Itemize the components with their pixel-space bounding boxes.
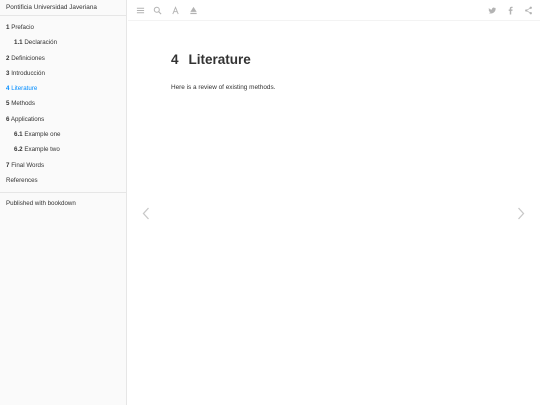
toc-item-final-words[interactable]: 7 Final Words <box>0 158 126 173</box>
table-of-contents: 1 Prefacio 1.1 Declaración 2 Definicione… <box>0 16 126 188</box>
toc-item-introduccion[interactable]: 3 Introducción <box>0 66 126 81</box>
toc-item-methods[interactable]: 5 Methods <box>0 96 126 111</box>
toc-item-example-two[interactable]: 6.2 Example two <box>0 142 126 157</box>
chapter-heading: 4 Literature <box>171 52 251 67</box>
share-icon[interactable] <box>524 6 533 15</box>
toc-item-applications[interactable]: 6 Applications <box>0 112 126 127</box>
chapter-paragraph: Here is a review of existing methods. <box>171 84 276 91</box>
sidebar: Pontificia Universidad Javeriana 1 Prefa… <box>0 0 127 405</box>
toc-number: 6.1 <box>14 131 23 139</box>
toc-label: Applications <box>10 115 45 123</box>
chapter-number: 4 <box>171 52 179 67</box>
toc-number: 2 <box>6 54 10 62</box>
toc-number: 6.2 <box>14 146 23 154</box>
search-icon[interactable] <box>153 6 162 15</box>
toc-item-definiciones[interactable]: 2 Definiciones <box>0 51 126 66</box>
toc-item-prefacio[interactable]: 1 Prefacio <box>0 20 126 35</box>
toc-label: Example one <box>24 131 61 139</box>
twitter-icon[interactable] <box>488 6 497 15</box>
toc-item-example-one[interactable]: 6.1 Example one <box>0 127 126 142</box>
toc-label: Final Words <box>11 161 45 169</box>
next-page-arrow-icon[interactable] <box>517 207 525 220</box>
toc-label: Literature <box>11 85 38 93</box>
sidebar-divider <box>0 192 126 194</box>
toc-item-declaracion[interactable]: 1.1 Declaración <box>0 35 126 50</box>
toc-label: Introducción <box>11 69 45 77</box>
toc-label: Prefacio <box>11 24 34 31</box>
toc-label: Methods <box>11 100 35 108</box>
published-with-link[interactable]: Published with bookdown <box>0 196 126 211</box>
toc-number: 4 <box>6 85 10 93</box>
toc-number: 7 <box>6 161 10 169</box>
font-icon[interactable] <box>171 6 180 15</box>
toc-number: 3 <box>6 69 10 77</box>
toc-number: 6 <box>6 115 10 123</box>
toc-number: 5 <box>6 100 10 108</box>
previous-page-arrow-icon[interactable] <box>142 207 150 220</box>
menu-icon[interactable] <box>136 6 145 15</box>
toolbar <box>128 0 540 21</box>
chapter-title: Literature <box>188 52 251 67</box>
toc-item-literature[interactable]: 4 Literature <box>0 81 126 96</box>
main-content: 4 Literature Here is a review of existing… <box>128 22 540 405</box>
toc-label: References <box>6 176 38 184</box>
toc-item-references[interactable]: References <box>0 173 126 188</box>
toc-label: Declaración <box>24 39 58 47</box>
toc-number: 1 <box>6 24 10 31</box>
book-title[interactable]: Pontificia Universidad Javeriana <box>0 0 126 16</box>
toc-number: 1.1 <box>14 39 23 47</box>
edit-icon[interactable] <box>189 6 198 15</box>
facebook-icon[interactable] <box>506 6 515 15</box>
toc-label: Definiciones <box>11 54 45 62</box>
toc-label: Example two <box>24 146 60 154</box>
